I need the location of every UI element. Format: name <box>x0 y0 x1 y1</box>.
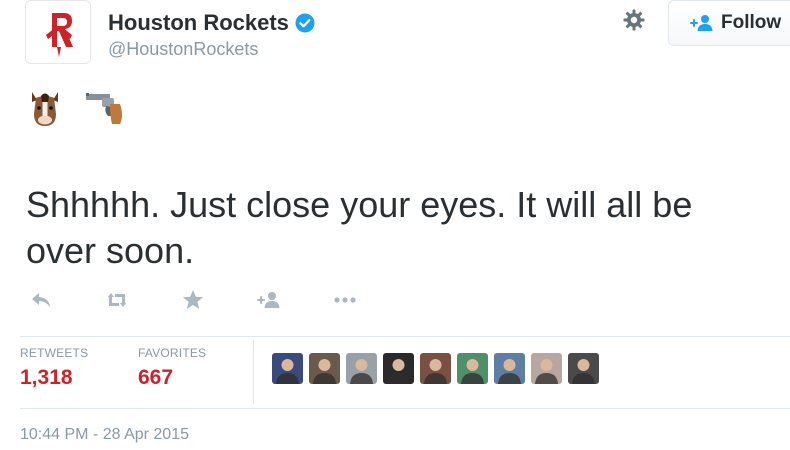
favorites-label: FAVORITES <box>138 346 207 360</box>
stats-bottom-divider <box>20 408 790 409</box>
more-button[interactable] <box>330 288 360 312</box>
favoriter-avatar[interactable] <box>531 353 562 384</box>
pistol-emoji <box>86 93 122 124</box>
retweets-count: 1,318 <box>20 366 73 389</box>
tweet-emoji-row <box>28 88 126 128</box>
favorite-star-icon <box>183 290 203 309</box>
favoriter-avatar[interactable] <box>568 353 599 384</box>
gear-icon[interactable] <box>622 8 646 32</box>
avatar[interactable] <box>25 0 91 64</box>
horse-face-emoji <box>32 92 58 126</box>
favoriter-avatar[interactable] <box>457 353 488 384</box>
tweet-text: Shhhhh. Just close your eyes. It will al… <box>26 184 693 271</box>
reply-icon <box>32 293 50 307</box>
rockets-logo-icon <box>26 1 90 63</box>
favorites-count: 667 <box>138 366 174 389</box>
more-dots-icon <box>334 297 356 303</box>
stats-separator <box>253 340 254 404</box>
verified-badge-icon <box>295 13 315 33</box>
favorite-button[interactable] <box>178 288 208 312</box>
favoriter-avatar[interactable] <box>420 353 451 384</box>
follow-person-plus-icon <box>690 15 713 31</box>
account-handle[interactable]: @HoustonRockets <box>108 39 258 60</box>
stats-top-divider <box>20 336 790 337</box>
follow-button[interactable]: Follow <box>668 0 790 46</box>
tweet-actions <box>26 288 406 312</box>
favorites-stat[interactable]: FAVORITES 667 <box>138 346 206 390</box>
favoriter-avatar[interactable] <box>309 353 340 384</box>
account-name-row: Houston Rockets <box>108 10 315 36</box>
retweets-stat[interactable]: RETWEETS 1,318 <box>20 346 88 390</box>
retweets-label: RETWEETS <box>20 346 89 360</box>
retweet-button[interactable] <box>102 288 132 312</box>
reply-button[interactable] <box>26 288 56 312</box>
retweet-icon <box>108 293 126 307</box>
favoriter-avatar[interactable] <box>494 353 525 384</box>
follow-button-label: Follow <box>721 12 782 33</box>
tweet-timestamp[interactable]: 10:44 PM - 28 Apr 2015 <box>20 426 189 444</box>
follow-action-button[interactable] <box>254 288 284 312</box>
favoriter-avatar[interactable] <box>383 353 414 384</box>
favoriter-avatar[interactable] <box>346 353 377 384</box>
follow-person-plus-icon <box>257 292 280 308</box>
favoriter-avatars <box>272 353 599 384</box>
account-name[interactable]: Houston Rockets <box>108 10 289 36</box>
favoriter-avatar[interactable] <box>272 353 303 384</box>
